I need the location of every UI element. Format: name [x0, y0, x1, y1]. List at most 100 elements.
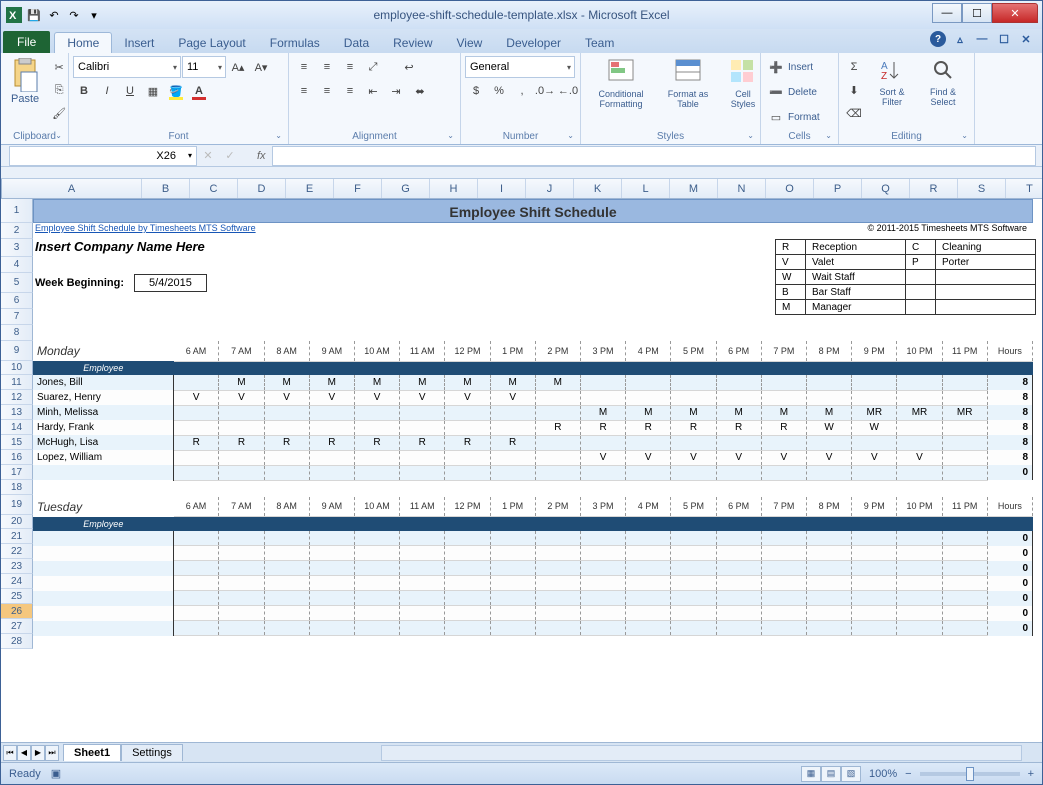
col-header-R[interactable]: R: [910, 179, 958, 198]
row-header-16[interactable]: 16: [1, 450, 33, 465]
horizontal-scrollbar[interactable]: [381, 745, 1022, 761]
col-header-F[interactable]: F: [334, 179, 382, 198]
tab-insert[interactable]: Insert: [112, 33, 166, 53]
row-header-11[interactable]: 11: [1, 375, 33, 390]
tab-review[interactable]: Review: [381, 33, 444, 53]
week-date-input[interactable]: 5/4/2015: [134, 274, 207, 292]
row-header-12[interactable]: 12: [1, 390, 33, 405]
row-header-23[interactable]: 23: [1, 559, 33, 574]
view-normal-icon[interactable]: ▦: [801, 766, 821, 782]
schedule-row[interactable]: Lopez, WilliamVVVVVVVV8: [33, 450, 1033, 465]
grid[interactable]: 1234567891011121314151617181920212223242…: [1, 199, 1042, 742]
row-header-13[interactable]: 13: [1, 405, 33, 420]
tab-nav-first-icon[interactable]: ⏮: [3, 745, 17, 761]
row-header-28[interactable]: 28: [1, 634, 33, 649]
schedule-row[interactable]: 0: [33, 465, 1033, 480]
clear-icon[interactable]: ⌫: [843, 102, 865, 124]
row-header-17[interactable]: 17: [1, 465, 33, 480]
align-left-icon[interactable]: ≡: [293, 80, 315, 102]
col-header-N[interactable]: N: [718, 179, 766, 198]
row-header-19[interactable]: 19: [1, 495, 33, 515]
col-header-I[interactable]: I: [478, 179, 526, 198]
col-header-D[interactable]: D: [238, 179, 286, 198]
schedule-row[interactable]: 0: [33, 531, 1033, 546]
template-link[interactable]: Employee Shift Schedule by Timesheets MT…: [33, 223, 256, 239]
cancel-icon[interactable]: ✕: [197, 145, 219, 167]
row-header-22[interactable]: 22: [1, 544, 33, 559]
zoom-slider[interactable]: [920, 772, 1020, 776]
help-icon[interactable]: ?: [930, 31, 946, 47]
schedule-row[interactable]: Suarez, HenryVVVVVVVV8: [33, 390, 1033, 405]
format-cells-icon[interactable]: ▭: [765, 106, 787, 128]
row-header-2[interactable]: 2: [1, 223, 33, 239]
schedule-row[interactable]: Hardy, FrankRRRRRRWW8: [33, 420, 1033, 435]
fx-icon[interactable]: fx: [257, 150, 266, 162]
zoom-out-icon[interactable]: −: [905, 768, 911, 780]
tab-nav-prev-icon[interactable]: ◀: [17, 745, 31, 761]
fill-color-button[interactable]: 🪣: [165, 80, 187, 102]
align-top-icon[interactable]: ≡: [293, 56, 315, 78]
row-header-5[interactable]: 5: [1, 273, 33, 293]
tab-view[interactable]: View: [445, 33, 495, 53]
decrease-decimal-icon[interactable]: ←.0: [557, 80, 579, 102]
row-header-21[interactable]: 21: [1, 529, 33, 544]
row-header-6[interactable]: 6: [1, 293, 33, 309]
increase-decimal-icon[interactable]: .0→: [534, 80, 556, 102]
find-select-button[interactable]: Find & Select: [919, 56, 967, 109]
tab-page-layout[interactable]: Page Layout: [166, 33, 257, 53]
formula-input[interactable]: [272, 146, 1036, 166]
italic-button[interactable]: I: [96, 80, 118, 102]
schedule-row[interactable]: 0: [33, 561, 1033, 576]
autosum-icon[interactable]: Σ: [843, 56, 865, 78]
row-header-18[interactable]: 18: [1, 480, 33, 495]
macro-record-icon[interactable]: ▣: [51, 767, 61, 780]
col-header-J[interactable]: J: [526, 179, 574, 198]
zoom-in-icon[interactable]: +: [1028, 768, 1034, 780]
row-header-7[interactable]: 7: [1, 309, 33, 325]
row-header-4[interactable]: 4: [1, 257, 33, 273]
doc-close-icon[interactable]: ✕: [1018, 31, 1034, 47]
grow-font-icon[interactable]: A▴: [227, 56, 249, 78]
row-header-26[interactable]: 26: [1, 604, 33, 619]
font-size-combo[interactable]: 11: [182, 56, 226, 78]
schedule-row[interactable]: Jones, BillMMMMMMMM8: [33, 375, 1033, 390]
col-header-A[interactable]: A: [2, 179, 142, 198]
cut-icon[interactable]: ✂: [48, 56, 70, 78]
col-header-E[interactable]: E: [286, 179, 334, 198]
view-break-icon[interactable]: ▧: [841, 766, 861, 782]
decrease-indent-icon[interactable]: ⇤: [362, 80, 384, 102]
align-right-icon[interactable]: ≡: [339, 80, 361, 102]
col-header-H[interactable]: H: [430, 179, 478, 198]
row-header-15[interactable]: 15: [1, 435, 33, 450]
align-center-icon[interactable]: ≡: [316, 80, 338, 102]
cell-styles-button[interactable]: Cell Styles: [719, 56, 767, 111]
tab-nav-last-icon[interactable]: ⏭: [45, 745, 59, 761]
sort-filter-button[interactable]: AZ Sort & Filter: [868, 56, 916, 109]
delete-cells-icon[interactable]: ➖: [765, 81, 787, 103]
col-header-G[interactable]: G: [382, 179, 430, 198]
view-layout-icon[interactable]: ▤: [821, 766, 841, 782]
col-header-C[interactable]: C: [190, 179, 238, 198]
row-header-20[interactable]: 20: [1, 515, 33, 529]
file-tab[interactable]: File: [3, 31, 50, 53]
row-header-3[interactable]: 3: [1, 239, 33, 257]
col-header-B[interactable]: B: [142, 179, 190, 198]
merge-button[interactable]: ⬌: [408, 80, 432, 102]
schedule-row[interactable]: 0: [33, 606, 1033, 621]
tab-team[interactable]: Team: [573, 33, 626, 53]
comma-icon[interactable]: ,: [511, 80, 533, 102]
doc-min-icon[interactable]: —: [974, 31, 990, 47]
schedule-row[interactable]: 0: [33, 576, 1033, 591]
copy-icon[interactable]: ⎘: [48, 79, 70, 101]
name-box[interactable]: X26: [9, 146, 197, 166]
align-bottom-icon[interactable]: ≡: [339, 56, 361, 78]
align-middle-icon[interactable]: ≡: [316, 56, 338, 78]
insert-cells-icon[interactable]: ➕: [765, 56, 787, 78]
bold-button[interactable]: B: [73, 80, 95, 102]
col-header-L[interactable]: L: [622, 179, 670, 198]
currency-icon[interactable]: $: [465, 80, 487, 102]
sheet-tab-sheet1[interactable]: Sheet1: [63, 744, 121, 761]
tab-nav-next-icon[interactable]: ▶: [31, 745, 45, 761]
save-icon[interactable]: 💾: [25, 6, 43, 24]
schedule-row[interactable]: 0: [33, 621, 1033, 636]
